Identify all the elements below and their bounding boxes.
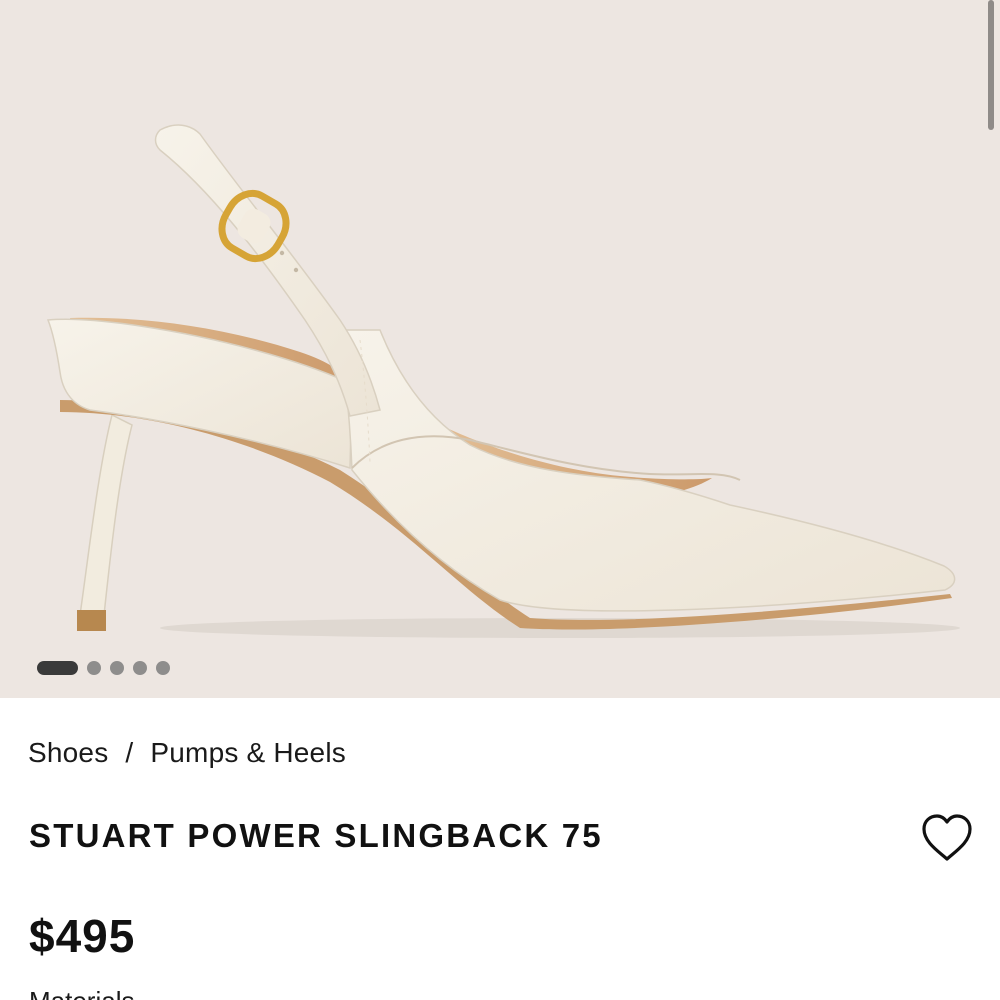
page-scrollbar[interactable] bbox=[988, 0, 994, 130]
breadcrumb-item-pumps-heels[interactable]: Pumps & Heels bbox=[150, 737, 346, 768]
product-image-gallery[interactable] bbox=[0, 0, 1000, 698]
heart-outline-icon bbox=[922, 814, 972, 861]
gallery-dot-1[interactable] bbox=[37, 661, 78, 675]
product-image bbox=[46, 124, 960, 638]
gallery-pagination bbox=[37, 661, 170, 675]
product-title: STUART POWER SLINGBACK 75 bbox=[29, 817, 603, 854]
wishlist-button[interactable] bbox=[920, 813, 974, 863]
gallery-dot-3[interactable] bbox=[110, 661, 124, 675]
gallery-dot-5[interactable] bbox=[156, 661, 170, 675]
gallery-dot-4[interactable] bbox=[133, 661, 147, 675]
product-price: $495 bbox=[29, 910, 136, 962]
gallery-dot-2[interactable] bbox=[87, 661, 101, 675]
product-page: Shoes / Pumps & Heels STUART POWER SLINGBA… bbox=[0, 0, 1000, 1000]
breadcrumb-separator: / bbox=[125, 737, 134, 768]
breadcrumb-item-shoes[interactable]: Shoes bbox=[28, 737, 108, 768]
materials-section-label[interactable]: Materials bbox=[29, 986, 134, 1000]
breadcrumb: Shoes / Pumps & Heels bbox=[28, 737, 346, 769]
